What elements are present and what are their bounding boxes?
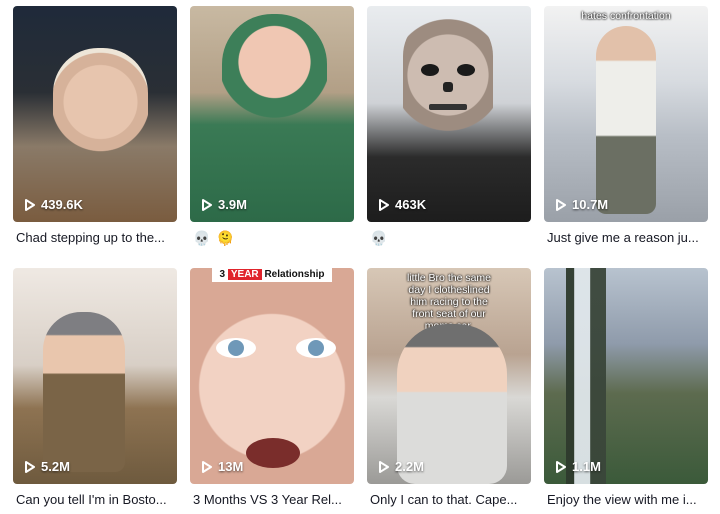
waterfall-image bbox=[566, 268, 606, 484]
banner-text: Relationship bbox=[264, 269, 325, 280]
video-thumbnail[interactable]: little Bro the same day I clotheslined h… bbox=[367, 268, 531, 484]
view-count: 439.6K bbox=[25, 197, 83, 212]
video-overlay-text: hates confrontation bbox=[581, 10, 671, 22]
person-image bbox=[222, 14, 327, 134]
play-icon bbox=[25, 460, 35, 473]
view-count-text: 463K bbox=[395, 197, 427, 212]
eye-right bbox=[296, 338, 336, 358]
video-caption[interactable]: 💀 bbox=[370, 230, 530, 247]
view-count-text: 5.2M bbox=[41, 459, 70, 474]
video-caption[interactable]: Just give me a reason ju... bbox=[547, 230, 707, 245]
view-count: 10.7M bbox=[556, 197, 608, 212]
video-overlay-banner: 3 YEAR Relationship bbox=[212, 268, 332, 282]
play-icon bbox=[379, 198, 389, 211]
video-thumbnail[interactable]: 3 YEAR Relationship 13M bbox=[190, 268, 354, 484]
view-count: 463K bbox=[379, 197, 426, 212]
view-count-text: 2.2M bbox=[395, 459, 424, 474]
person-image bbox=[53, 48, 148, 168]
play-icon bbox=[202, 460, 212, 473]
view-count-text: 439.6K bbox=[41, 197, 83, 212]
video-thumbnail[interactable]: 5.2M bbox=[13, 268, 177, 484]
view-count-text: 13M bbox=[218, 459, 244, 474]
video-caption[interactable]: 3 Months VS 3 Year Rel... bbox=[193, 492, 353, 507]
video-thumbnail[interactable]: 439.6K bbox=[13, 6, 177, 222]
play-icon bbox=[25, 198, 35, 211]
play-icon bbox=[202, 198, 212, 211]
view-count-text: 10.7M bbox=[572, 197, 609, 212]
person-image bbox=[403, 12, 493, 152]
view-count-text: 3.9M bbox=[218, 197, 247, 212]
view-count: 1.1M bbox=[556, 459, 601, 474]
video-caption[interactable]: Chad stepping up to the... bbox=[16, 230, 176, 245]
person-image bbox=[596, 26, 656, 214]
melting-face-emoji: 🫠 bbox=[216, 230, 234, 246]
video-thumbnail[interactable]: hates confrontation 10.7M bbox=[544, 6, 708, 222]
video-caption[interactable]: Enjoy the view with me i... bbox=[547, 492, 707, 507]
view-count: 13M bbox=[202, 459, 243, 474]
play-icon bbox=[379, 460, 389, 473]
video-overlay-text: little Bro the same day I clotheslined h… bbox=[406, 272, 492, 332]
video-thumbnail[interactable]: 463K bbox=[367, 6, 531, 222]
video-thumbnail[interactable]: 3.9M bbox=[190, 6, 354, 222]
video-caption[interactable]: 💀 🫠 bbox=[193, 230, 353, 247]
person-image bbox=[43, 312, 125, 472]
eye-left bbox=[216, 338, 256, 358]
mouth bbox=[246, 438, 300, 468]
skull-emoji: 💀 bbox=[370, 230, 388, 246]
video-caption[interactable]: Can you tell I'm in Bosto... bbox=[16, 492, 176, 507]
video-grid: 439.6K Chad stepping up to the... 3.9M 💀… bbox=[13, 6, 708, 514]
video-thumbnail[interactable]: 1.1M bbox=[544, 268, 708, 484]
banner-prefix: 3 bbox=[219, 269, 226, 280]
view-count: 3.9M bbox=[202, 197, 247, 212]
view-count: 5.2M bbox=[25, 459, 70, 474]
play-icon bbox=[556, 460, 566, 473]
banner-highlight: YEAR bbox=[227, 269, 262, 280]
view-count: 2.2M bbox=[379, 459, 424, 474]
view-count-text: 1.1M bbox=[572, 459, 601, 474]
skull-emoji: 💀 bbox=[193, 230, 211, 246]
play-icon bbox=[556, 198, 566, 211]
video-caption[interactable]: Only I can to that. Cape... bbox=[370, 492, 530, 507]
